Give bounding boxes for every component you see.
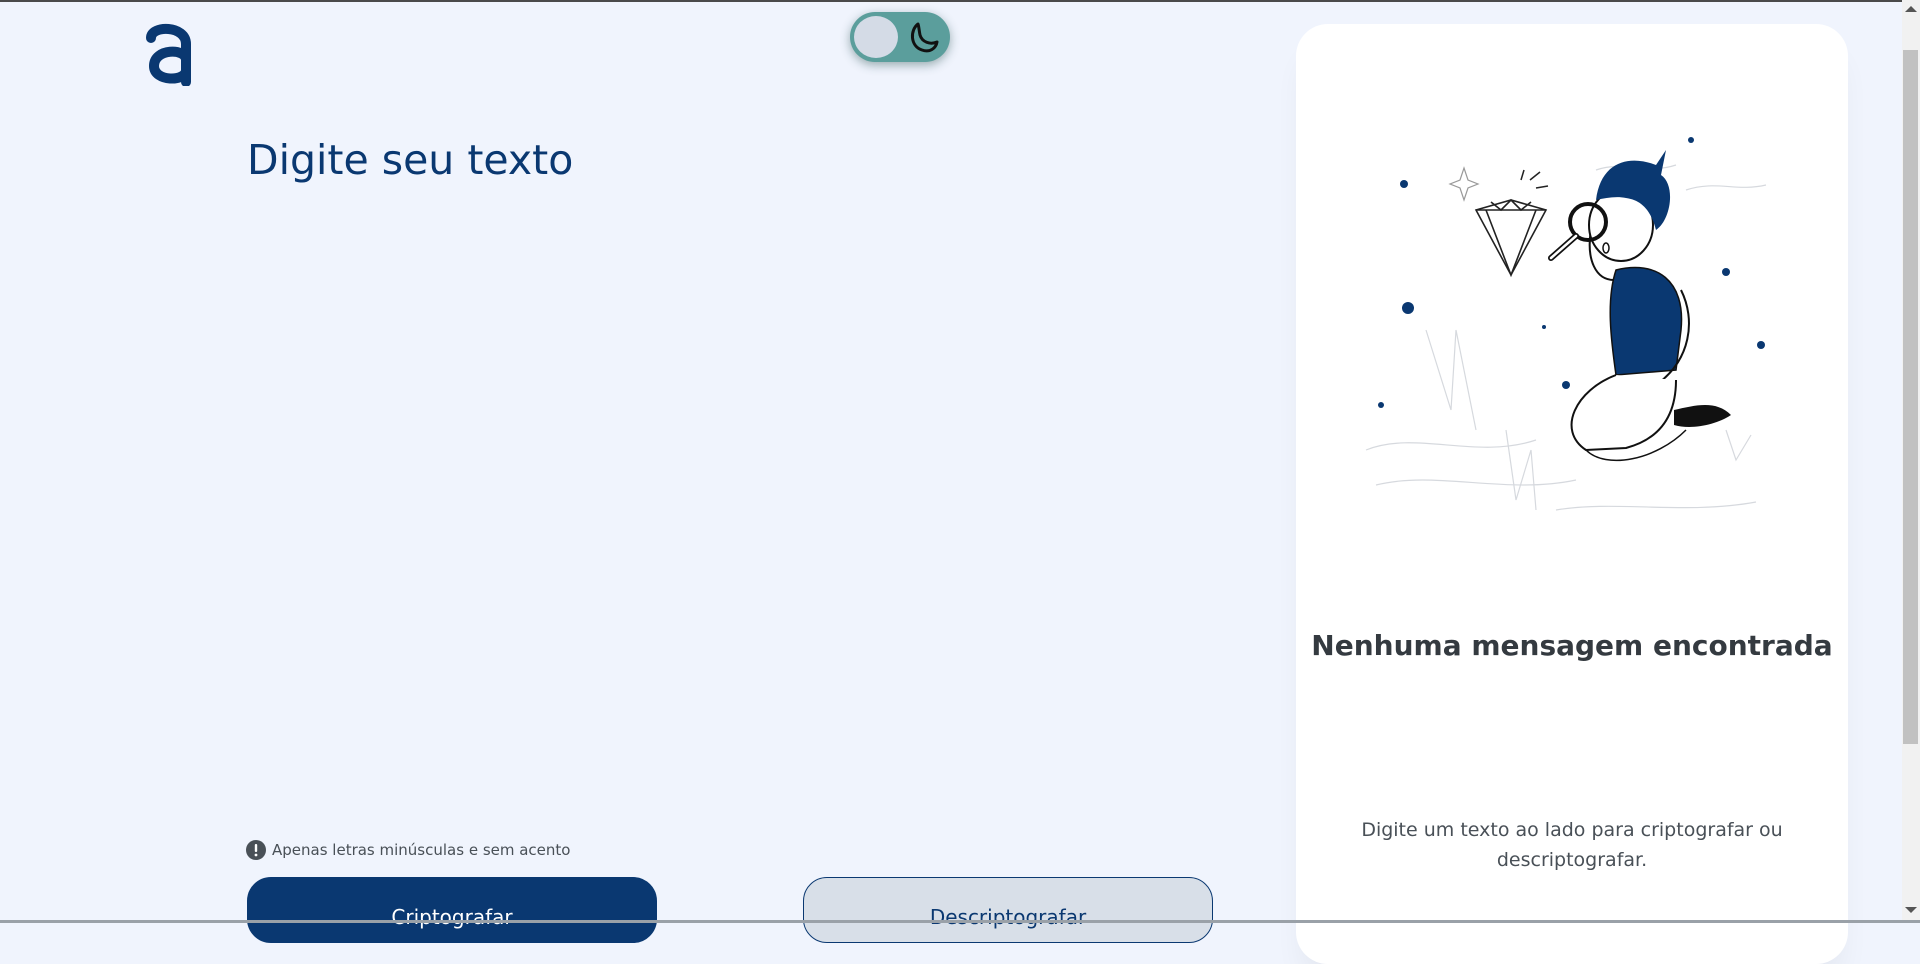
empty-state-title: Nenhuma mensagem encontrada <box>1311 629 1833 662</box>
window-top-border <box>0 0 1920 2</box>
person-with-magnifying-glass-illustration <box>1365 137 1767 511</box>
decrypt-button[interactable]: Descriptografar <box>803 877 1213 943</box>
theme-toggle[interactable] <box>850 12 950 62</box>
moon-icon <box>911 22 939 53</box>
scroll-up-arrow-icon[interactable] <box>1905 6 1917 12</box>
scrollbar-thumb[interactable] <box>1903 50 1918 744</box>
hint: Apenas letras minúsculas e sem acento <box>246 840 570 860</box>
encrypt-button[interactable]: Criptografar <box>247 877 657 943</box>
toggle-knob <box>854 16 898 58</box>
hint-text: Apenas letras minúsculas e sem acento <box>272 841 571 859</box>
exclamation-circle-icon <box>246 840 266 860</box>
page-title: Digite seu texto <box>247 136 574 184</box>
empty-state-description: Digite um texto ao lado para criptografa… <box>1361 819 1783 871</box>
logo[interactable] <box>146 20 192 86</box>
scroll-down-arrow-icon[interactable] <box>1905 907 1917 913</box>
text-input[interactable] <box>247 200 1211 824</box>
